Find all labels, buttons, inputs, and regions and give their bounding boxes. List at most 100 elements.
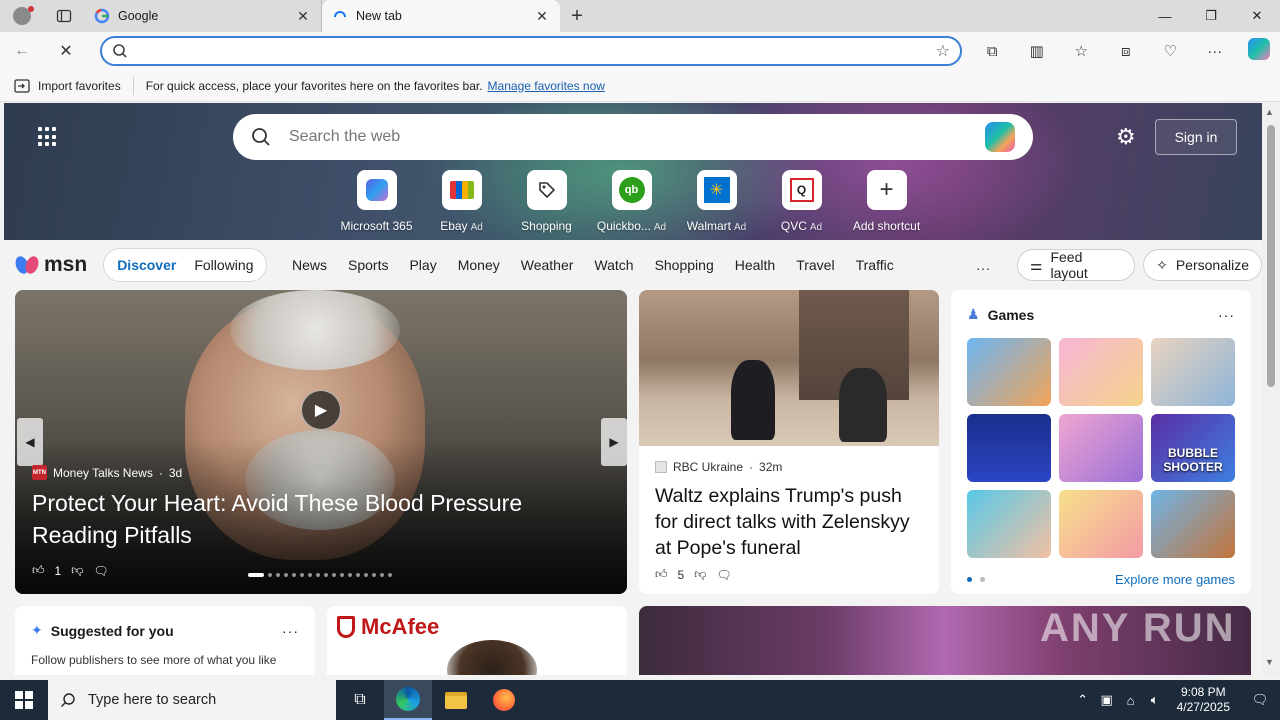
manage-favorites-link[interactable]: Manage favorites now [488,79,605,93]
notifications-icon[interactable]: 🗨︎ [1240,692,1280,708]
shortcut-microsoft-365[interactable]: Microsoft 365 [334,170,419,233]
network-icon[interactable]: ⌂ [1119,693,1143,708]
new-tab-button[interactable]: + [560,0,594,32]
scroll-thumb[interactable] [1267,125,1275,387]
back-button[interactable]: ← [0,32,44,70]
favorite-star-icon[interactable]: ☆ [936,41,950,61]
more-categories-icon[interactable]: ... [976,257,991,273]
minimize-icon[interactable]: — [1142,0,1188,32]
shortcut-add[interactable]: + Add shortcut [844,170,929,233]
game-tile[interactable]: BUBBLE SHOOTER [1151,414,1235,482]
extensions-icon[interactable]: ⧉ [970,43,1015,60]
shopping-tag-icon [526,170,567,210]
start-button[interactable] [0,680,48,720]
personalize-button[interactable]: ✧ Personalize [1143,249,1262,281]
comment-icon[interactable]: 🗨︎ [716,568,731,582]
folder-icon [445,691,467,709]
close-tab-icon[interactable]: ✕ [295,8,311,25]
news-card[interactable]: RBC Ukraine · 32m Waltz explains Trump's… [639,290,939,594]
more-options-icon[interactable]: ··· [282,623,299,639]
nav-money[interactable]: Money [458,257,500,273]
page-settings-gear-icon[interactable]: ⚙ [1116,126,1138,148]
shortcut-walmart[interactable]: ✳ Walmart Ad [674,170,759,233]
task-view-icon[interactable]: ⧉ [336,680,384,720]
comment-icon[interactable]: 🗨︎ [93,564,108,578]
taskbar-search-box[interactable]: Type here to search [48,680,336,720]
notification-dot [28,6,34,12]
file-explorer-button[interactable] [432,680,480,720]
more-options-icon[interactable]: ··· [1218,307,1235,323]
carousel-prev-button[interactable]: ◀ [17,418,43,466]
scroll-up-icon[interactable]: ▲ [1265,107,1274,117]
web-search-box[interactable]: Search the web [233,114,1033,160]
apps-launcher-icon[interactable] [38,127,58,147]
tab-discover[interactable]: Discover [108,257,185,273]
split-screen-icon[interactable]: ▥ [1015,42,1060,60]
sign-in-button[interactable]: Sign in [1155,119,1237,155]
game-tile[interactable] [967,414,1051,482]
scroll-down-icon[interactable]: ▼ [1265,657,1274,667]
explore-more-games-link[interactable]: Explore more games [1115,572,1235,587]
nav-sports[interactable]: Sports [348,257,388,273]
game-tile[interactable] [1059,414,1143,482]
close-window-icon[interactable]: ✕ [1234,0,1280,32]
performance-icon[interactable]: ♡ [1148,42,1193,60]
edge-taskbar-button[interactable] [384,680,432,720]
firefox-button[interactable] [480,680,528,720]
publisher-logo [655,461,667,473]
article-headline[interactable]: Waltz explains Trump's push for direct t… [655,483,923,561]
like-icon[interactable]: 👍︎ [32,563,45,578]
tab-google[interactable]: Google ✕ [84,0,322,32]
nav-travel[interactable]: Travel [796,257,834,273]
msn-logo[interactable]: msn [13,253,87,277]
address-bar[interactable]: ☆ [100,36,962,66]
device-icon[interactable]: ▣ [1095,692,1119,708]
page-scrollbar[interactable]: ▲ ▼ [1262,103,1280,675]
nav-news[interactable]: News [292,257,327,273]
game-tile[interactable] [967,338,1051,406]
clock[interactable]: 9:08 PM 4/27/2025 [1167,685,1240,715]
settings-more-icon[interactable]: ··· [1193,43,1238,60]
feed-layout-button[interactable]: ⚌ Feed layout [1016,249,1136,281]
profile-button[interactable] [0,0,44,32]
tab-actions-button[interactable] [44,0,84,32]
close-tab-icon[interactable]: ✕ [534,8,550,25]
restore-icon[interactable]: ❐ [1188,0,1234,32]
page-dot[interactable] [967,577,972,582]
article-headline[interactable]: Protect Your Heart: Avoid These Blood Pr… [32,487,602,551]
nav-health[interactable]: Health [735,257,775,273]
tab-following[interactable]: Following [185,257,262,273]
stop-loading-button[interactable]: ✕ [44,32,88,70]
nav-traffic[interactable]: Traffic [856,257,894,273]
play-video-icon[interactable]: ▶ [301,390,341,430]
game-tile[interactable] [967,490,1051,558]
search-icon [113,44,127,58]
game-tile[interactable] [1059,338,1143,406]
ad-card[interactable]: McAfee [327,606,627,675]
import-favorites-button[interactable]: Import favorites [0,76,134,95]
game-tile[interactable] [1151,338,1235,406]
show-hidden-icons-icon[interactable]: ⌃ [1071,692,1095,708]
favorites-icon[interactable]: ☆ [1059,42,1104,60]
copilot-icon[interactable] [985,122,1015,152]
collections-icon[interactable]: ⧈ [1104,43,1149,60]
hero-news-card[interactable]: ▶ ◀ ▶ MTN Money Talks News · 3d Protect … [15,290,627,594]
like-icon[interactable]: 👍︎ [655,567,668,582]
nav-shopping[interactable]: Shopping [655,257,714,273]
page-dot[interactable] [980,577,985,582]
tab-new-tab[interactable]: New tab ✕ [322,0,560,32]
shortcut-quickbooks[interactable]: qb Quickbo... Ad [589,170,674,233]
game-tile[interactable] [1059,490,1143,558]
volume-icon[interactable]: 🔈︎ [1143,692,1167,708]
nav-watch[interactable]: Watch [594,257,633,273]
carousel-next-button[interactable]: ▶ [601,418,627,466]
dislike-icon[interactable]: 👎︎ [694,567,706,582]
game-tile[interactable] [1151,490,1235,558]
dislike-icon[interactable]: 👎︎ [71,563,83,578]
nav-weather[interactable]: Weather [521,257,574,273]
shortcut-ebay[interactable]: Ebay Ad [419,170,504,233]
shortcut-shopping[interactable]: Shopping [504,170,589,233]
shortcut-qvc[interactable]: Q QVC Ad [759,170,844,233]
copilot-button[interactable] [1237,38,1280,64]
nav-play[interactable]: Play [409,257,436,273]
